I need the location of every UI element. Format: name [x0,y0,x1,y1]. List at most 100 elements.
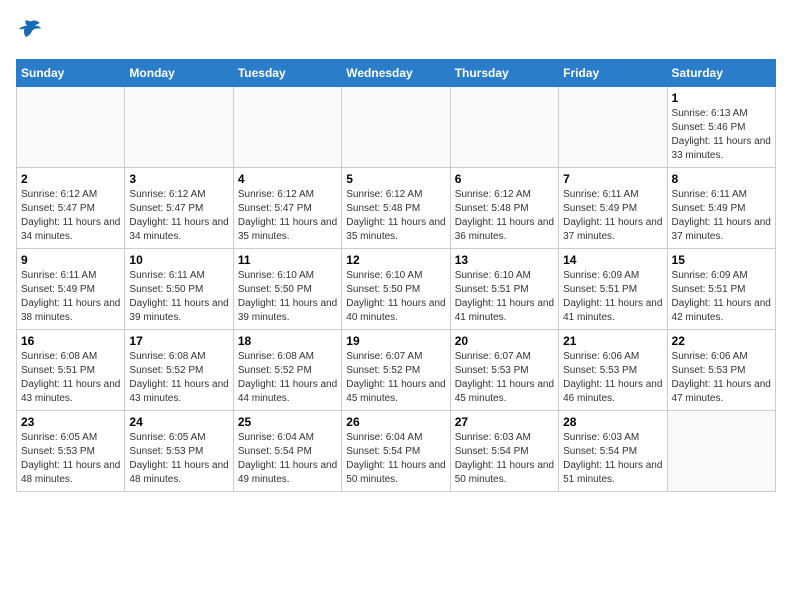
day-info: Sunrise: 6:06 AM Sunset: 5:53 PM Dayligh… [672,350,771,406]
day-number: 8 [672,172,771,186]
day-number: 3 [129,172,228,186]
page-header [16,16,776,49]
calendar-empty-cell [342,87,450,168]
day-info: Sunrise: 6:09 AM Sunset: 5:51 PM Dayligh… [563,269,662,325]
day-number: 22 [672,334,771,348]
day-info: Sunrise: 6:08 AM Sunset: 5:51 PM Dayligh… [21,350,120,406]
calendar-day-20: 20 Sunrise: 6:07 AM Sunset: 5:53 PM Dayli… [450,330,558,411]
calendar-day-8: 8 Sunrise: 6:11 AM Sunset: 5:49 PM Daylig… [667,168,775,249]
calendar-week-row: 23 Sunrise: 6:05 AM Sunset: 5:53 PM Dayli… [17,411,776,492]
calendar-day-3: 3Sunrise: 6:12 AM Sunset: 5:47 PM Daylig… [125,168,233,249]
calendar-day-26: 26 Sunrise: 6:04 AM Sunset: 5:54 PM Dayli… [342,411,450,492]
day-info: Sunrise: 6:12 AM Sunset: 5:47 PM Dayligh… [238,188,337,244]
calendar-header-row: SundayMondayTuesdayWednesdayThursdayFrid… [17,60,776,87]
calendar-day-12: 12 Sunrise: 6:10 AM Sunset: 5:50 PM Dayli… [342,249,450,330]
calendar-day-27: 27 Sunrise: 6:03 AM Sunset: 5:54 PM Dayli… [450,411,558,492]
day-info: Sunrise: 6:05 AM Sunset: 5:53 PM Dayligh… [21,431,120,487]
calendar-day-9: 9 Sunrise: 6:11 AM Sunset: 5:49 PM Daylig… [17,249,125,330]
day-number: 27 [455,415,554,429]
day-number: 2 [21,172,120,186]
day-number: 21 [563,334,662,348]
day-info: Sunrise: 6:04 AM Sunset: 5:54 PM Dayligh… [346,431,445,487]
logo-bird-icon [16,16,44,44]
day-info: Sunrise: 6:07 AM Sunset: 5:52 PM Dayligh… [346,350,445,406]
calendar-day-5: 5Sunrise: 6:12 AM Sunset: 5:48 PM Daylig… [342,168,450,249]
calendar-day-16: 16 Sunrise: 6:08 AM Sunset: 5:51 PM Dayli… [17,330,125,411]
day-info: Sunrise: 6:06 AM Sunset: 5:53 PM Dayligh… [563,350,662,406]
calendar-day-22: 22 Sunrise: 6:06 AM Sunset: 5:53 PM Dayli… [667,330,775,411]
day-number: 23 [21,415,120,429]
calendar-day-24: 24 Sunrise: 6:05 AM Sunset: 5:53 PM Dayli… [125,411,233,492]
day-number: 17 [129,334,228,348]
calendar-week-row: 2 Sunrise: 6:12 AM Sunset: 5:47 PM Daylig… [17,168,776,249]
calendar-day-19: 19 Sunrise: 6:07 AM Sunset: 5:52 PM Dayli… [342,330,450,411]
day-info: Sunrise: 6:08 AM Sunset: 5:52 PM Dayligh… [129,350,228,406]
day-info: Sunrise: 6:12 AM Sunset: 5:47 PM Dayligh… [21,188,120,244]
calendar-weekday-tuesday: Tuesday [233,60,341,87]
day-info: Sunrise: 6:11 AM Sunset: 5:50 PM Dayligh… [129,269,228,325]
calendar-weekday-friday: Friday [559,60,667,87]
day-number: 20 [455,334,554,348]
day-number: 4 [238,172,337,186]
day-info: Sunrise: 6:08 AM Sunset: 5:52 PM Dayligh… [238,350,337,406]
calendar-empty-cell [559,87,667,168]
day-number: 12 [346,253,445,267]
day-info: Sunrise: 6:10 AM Sunset: 5:50 PM Dayligh… [238,269,337,325]
calendar-day-4: 4 Sunrise: 6:12 AM Sunset: 5:47 PM Daylig… [233,168,341,249]
day-number: 16 [21,334,120,348]
calendar-day-15: 15 Sunrise: 6:09 AM Sunset: 5:51 PM Dayli… [667,249,775,330]
day-number: 5 [346,172,445,186]
day-info: Sunrise: 6:03 AM Sunset: 5:54 PM Dayligh… [563,431,662,487]
day-number: 14 [563,253,662,267]
calendar-day-1: 1 Sunrise: 6:13 AM Sunset: 5:46 PM Daylig… [667,87,775,168]
logo [16,16,46,49]
day-info: Sunrise: 6:10 AM Sunset: 5:50 PM Dayligh… [346,269,445,325]
day-info: Sunrise: 6:11 AM Sunset: 5:49 PM Dayligh… [563,188,662,244]
calendar-day-21: 21 Sunrise: 6:06 AM Sunset: 5:53 PM Dayli… [559,330,667,411]
day-info: Sunrise: 6:07 AM Sunset: 5:53 PM Dayligh… [455,350,554,406]
calendar-week-row: 9 Sunrise: 6:11 AM Sunset: 5:49 PM Daylig… [17,249,776,330]
calendar-weekday-thursday: Thursday [450,60,558,87]
day-number: 26 [346,415,445,429]
calendar-day-10: 10 Sunrise: 6:11 AM Sunset: 5:50 PM Dayli… [125,249,233,330]
day-number: 9 [21,253,120,267]
calendar-weekday-wednesday: Wednesday [342,60,450,87]
calendar-day-23: 23 Sunrise: 6:05 AM Sunset: 5:53 PM Dayli… [17,411,125,492]
calendar-empty-cell [17,87,125,168]
day-info: Sunrise: 6:03 AM Sunset: 5:54 PM Dayligh… [455,431,554,487]
calendar-day-7: 7 Sunrise: 6:11 AM Sunset: 5:49 PM Daylig… [559,168,667,249]
day-info: Sunrise: 6:05 AM Sunset: 5:53 PM Dayligh… [129,431,228,487]
calendar-day-13: 13Sunrise: 6:10 AM Sunset: 5:51 PM Dayli… [450,249,558,330]
calendar-weekday-monday: Monday [125,60,233,87]
calendar-table: SundayMondayTuesdayWednesdayThursdayFrid… [16,59,776,492]
calendar-week-row: 1 Sunrise: 6:13 AM Sunset: 5:46 PM Daylig… [17,87,776,168]
calendar-day-25: 25 Sunrise: 6:04 AM Sunset: 5:54 PM Dayli… [233,411,341,492]
day-number: 7 [563,172,662,186]
calendar-day-2: 2 Sunrise: 6:12 AM Sunset: 5:47 PM Daylig… [17,168,125,249]
calendar-day-14: 14 Sunrise: 6:09 AM Sunset: 5:51 PM Dayli… [559,249,667,330]
calendar-day-18: 18 Sunrise: 6:08 AM Sunset: 5:52 PM Dayli… [233,330,341,411]
day-number: 28 [563,415,662,429]
calendar-day-17: 17 Sunrise: 6:08 AM Sunset: 5:52 PM Dayli… [125,330,233,411]
calendar-empty-cell [450,87,558,168]
calendar-weekday-sunday: Sunday [17,60,125,87]
day-number: 18 [238,334,337,348]
day-number: 15 [672,253,771,267]
day-info: Sunrise: 6:11 AM Sunset: 5:49 PM Dayligh… [672,188,771,244]
day-number: 19 [346,334,445,348]
day-number: 1 [672,91,771,105]
calendar-empty-cell [125,87,233,168]
day-number: 10 [129,253,228,267]
day-info: Sunrise: 6:04 AM Sunset: 5:54 PM Dayligh… [238,431,337,487]
calendar-empty-cell [667,411,775,492]
day-info: Sunrise: 6:13 AM Sunset: 5:46 PM Dayligh… [672,107,771,163]
day-info: Sunrise: 6:09 AM Sunset: 5:51 PM Dayligh… [672,269,771,325]
day-number: 25 [238,415,337,429]
day-number: 13 [455,253,554,267]
day-number: 11 [238,253,337,267]
calendar-day-11: 11 Sunrise: 6:10 AM Sunset: 5:50 PM Dayli… [233,249,341,330]
day-info: Sunrise: 6:11 AM Sunset: 5:49 PM Dayligh… [21,269,120,325]
day-number: 24 [129,415,228,429]
calendar-weekday-saturday: Saturday [667,60,775,87]
calendar-day-6: 6Sunrise: 6:12 AM Sunset: 5:48 PM Daylig… [450,168,558,249]
